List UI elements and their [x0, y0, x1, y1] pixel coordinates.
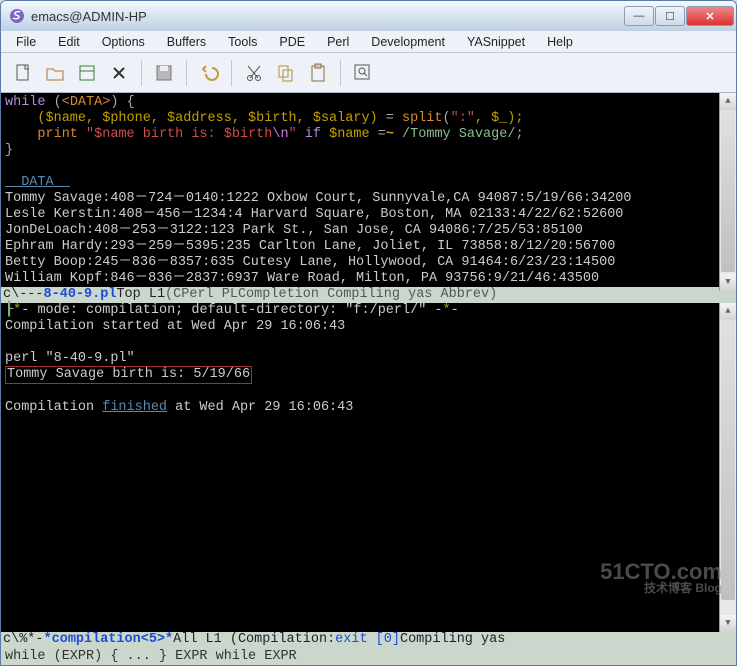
menu-file[interactable]: File [7, 33, 45, 51]
close-button[interactable]: ✕ [686, 6, 734, 26]
compilation-output: Tommy Savage birth is: 5/19/66 [5, 366, 252, 384]
compilation-pane[interactable]: ┠*- mode: compilation; default-directory… [1, 303, 736, 632]
compilation-command: perl "8-40-9.pl" [5, 351, 135, 366]
scrollbar-bottom[interactable]: ▲ ▼ [719, 303, 736, 632]
open-folder-icon[interactable] [41, 59, 69, 87]
data-row: JonDeLoach:408－253－3122:123 Park St., Sa… [5, 223, 583, 238]
toolbar [1, 53, 736, 93]
close-file-icon[interactable] [105, 59, 133, 87]
app-window: emacs@ADMIN-HP — ☐ ✕ File Edit Options B… [0, 0, 737, 666]
maximize-button[interactable]: ☐ [655, 6, 685, 26]
menu-buffers[interactable]: Buffers [158, 33, 215, 51]
window-title: emacs@ADMIN-HP [31, 9, 624, 24]
cut-icon[interactable] [240, 59, 268, 87]
data-row: Ephram Hardy:293－259－5395:235 Carlton La… [5, 239, 615, 254]
menu-edit[interactable]: Edit [49, 33, 89, 51]
toolbar-separator [231, 60, 232, 86]
vars: ($name, $phone, $address, $birth, $salar… [37, 111, 385, 126]
data-row: William Kopf:846－836－2837:6937 Ware Road… [5, 271, 599, 286]
dired-icon[interactable] [73, 59, 101, 87]
keyword-while: while [5, 95, 46, 110]
menu-perl[interactable]: Perl [318, 33, 358, 51]
toolbar-separator [340, 60, 341, 86]
data-row: Betty Boop:245－836－8357:635 Cutesy Lane,… [5, 255, 615, 270]
save-icon[interactable] [150, 59, 178, 87]
buffer-name: *compilation<5>* [44, 632, 174, 648]
toolbar-separator [141, 60, 142, 86]
minimize-button[interactable]: — [624, 6, 654, 26]
scrollbar-top[interactable]: ▲ ▼ [719, 93, 736, 291]
menu-options[interactable]: Options [93, 33, 154, 51]
compilation-started: Compilation started at Wed Apr 29 16:06:… [5, 319, 345, 334]
search-icon[interactable] [349, 59, 377, 87]
menu-pde[interactable]: PDE [270, 33, 314, 51]
data-section: __DATA__ [5, 175, 70, 190]
titlebar[interactable]: emacs@ADMIN-HP — ☐ ✕ [1, 1, 736, 31]
menu-development[interactable]: Development [362, 33, 454, 51]
modeline-code[interactable]: c\--- 8-40-9.pl Top L1 (CPerl PLCompleti… [1, 287, 736, 303]
minibuffer[interactable]: while (EXPR) { ... } EXPR while EXPR [1, 648, 736, 665]
menubar: File Edit Options Buffers Tools PDE Perl… [1, 31, 736, 53]
menu-tools[interactable]: Tools [219, 33, 266, 51]
data-row: Tommy Savage:408－724－0140:1222 Oxbow Cou… [5, 191, 632, 206]
undo-icon[interactable] [195, 59, 223, 87]
toolbar-separator [186, 60, 187, 86]
window-controls: — ☐ ✕ [624, 6, 734, 26]
copy-icon[interactable] [272, 59, 300, 87]
paste-icon[interactable] [304, 59, 332, 87]
data-row: Lesle Kerstin:408－456－1234:4 Harvard Squ… [5, 207, 623, 222]
emacs-icon [9, 8, 25, 24]
code-pane[interactable]: while (<DATA>) { ($name, $phone, $addres… [1, 93, 736, 287]
menu-help[interactable]: Help [538, 33, 582, 51]
modeline-compilation[interactable]: c\%*- *compilation<5>* All L1 (Compilati… [1, 632, 736, 648]
menu-yasnippet[interactable]: YASnippet [458, 33, 534, 51]
editor-area: ▲ ▼ while (<DATA>) { ($name, $phone, $ad… [1, 93, 736, 665]
buffer-name: 8-40-9.pl [44, 287, 117, 303]
new-file-icon[interactable] [9, 59, 37, 87]
